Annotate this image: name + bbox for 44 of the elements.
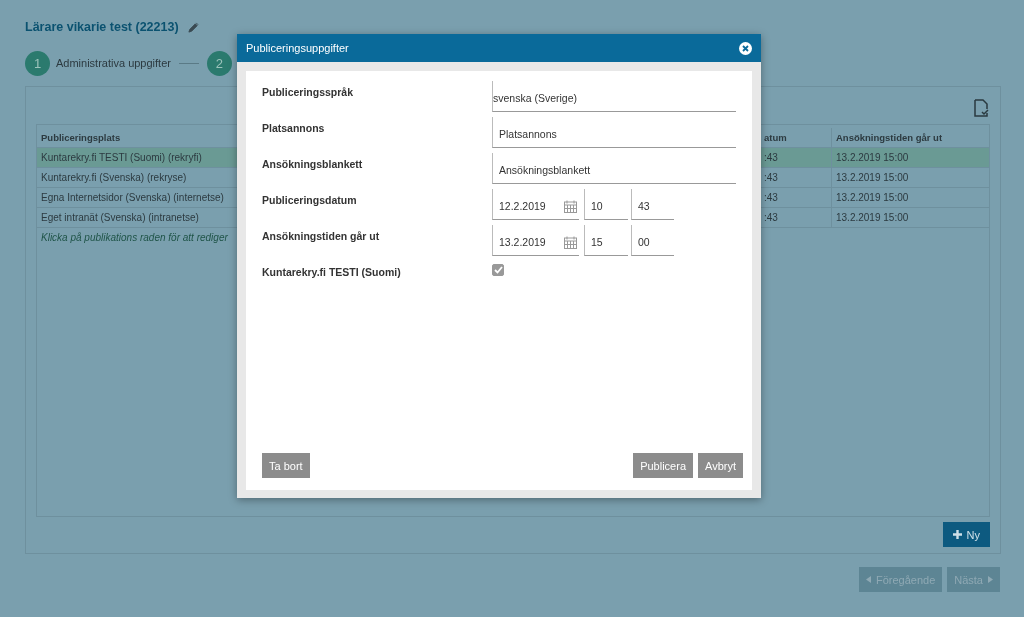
document-check-icon[interactable] xyxy=(972,99,990,117)
hour-field[interactable]: 15 xyxy=(584,225,628,256)
column-header: atum xyxy=(764,132,787,143)
field-label: Kuntarekry.fi TESTI (Suomi) xyxy=(262,266,402,278)
field-label: Publiceringsspråk xyxy=(262,86,355,98)
step-label: Administrativa uppgifter xyxy=(56,57,171,69)
close-icon[interactable] xyxy=(739,41,752,55)
plus-icon xyxy=(952,530,962,539)
column-header: Ansökningstiden går ut xyxy=(836,132,943,143)
column-header: Publiceringsplats xyxy=(41,132,121,143)
table-cell: 13.2.2019 15:00 xyxy=(836,212,909,223)
text-field[interactable]: Ansökningsblankett xyxy=(492,153,736,184)
dialog-title: Publiceringsuppgifter xyxy=(246,42,349,54)
minute-field[interactable]: 00 xyxy=(631,225,674,256)
page-title: Lärare vikarie test (22213) xyxy=(25,20,179,34)
table-cell: Kuntarekry.fi TESTI (Suomi) (rekryfi) xyxy=(41,152,202,163)
checkbox[interactable] xyxy=(492,264,504,276)
caret-right-icon xyxy=(988,576,993,583)
calendar-icon xyxy=(564,199,577,213)
table-cell: Eget intranät (Svenska) (intranetse) xyxy=(41,212,199,223)
table-cell: 13.2.2019 15:00 xyxy=(836,152,909,163)
text-field[interactable]: svenska (Sverige) xyxy=(492,81,736,112)
table-cell: :43 xyxy=(764,152,778,163)
minute-field[interactable]: 43 xyxy=(631,189,674,220)
table-cell: Kuntarekry.fi (Svenska) (rekryse) xyxy=(41,172,187,183)
field-label: Platsannons xyxy=(262,122,326,134)
date-field[interactable]: 13.2.2019 xyxy=(492,225,579,256)
caret-left-icon xyxy=(865,576,871,583)
table-cell: :43 xyxy=(764,172,778,183)
date-field[interactable]: 12.2.2019 xyxy=(492,189,579,220)
pencil-icon[interactable] xyxy=(187,21,199,33)
table-cell: 13.2.2019 15:00 xyxy=(836,192,909,203)
hour-field[interactable]: 10 xyxy=(584,189,628,220)
text-field[interactable]: Platsannons xyxy=(492,117,736,148)
field-label: Ansökningsblankett xyxy=(262,158,364,170)
field-label: Ansökningstiden går ut xyxy=(262,230,381,242)
field-label: Publiceringsdatum xyxy=(262,194,358,206)
hint-text: Klicka på publikations raden för att rediger xyxy=(41,232,228,243)
new-button[interactable]: Ny xyxy=(942,522,990,547)
table-cell: :43 xyxy=(764,212,778,223)
table-cell: :43 xyxy=(764,192,778,203)
calendar-icon xyxy=(564,235,577,249)
table-cell: Egna Internetsidor (Svenska) (internetse) xyxy=(41,192,224,203)
table-cell: 13.2.2019 15:00 xyxy=(836,172,909,183)
